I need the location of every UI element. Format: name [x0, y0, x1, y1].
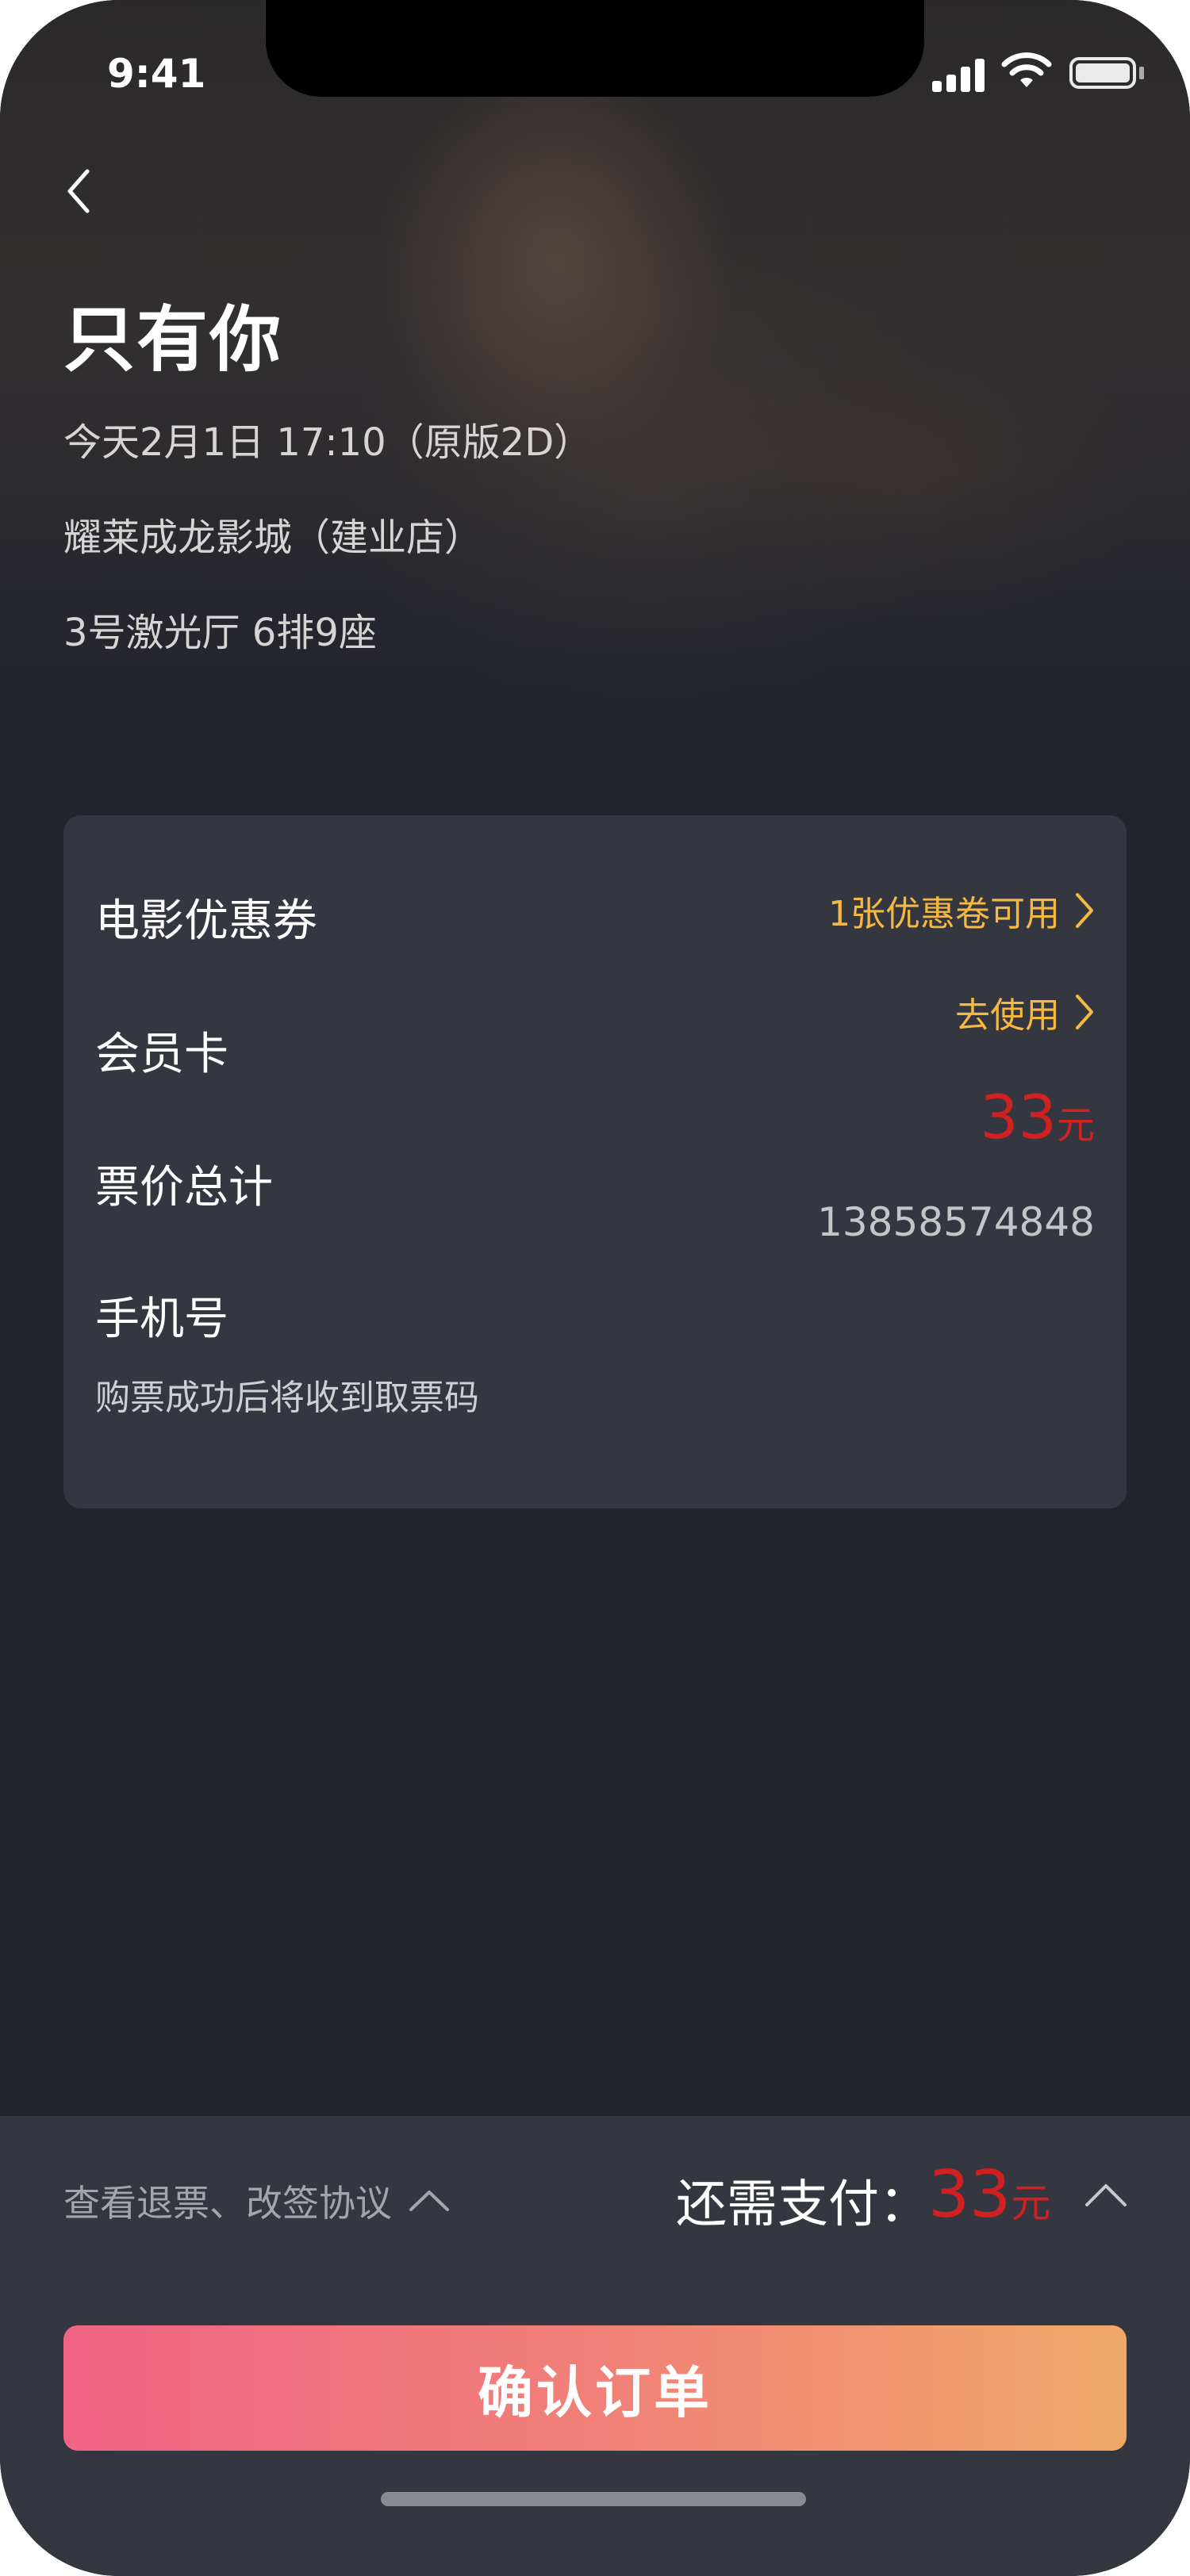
phone-screen: 9:41 只有你 今天2月1日 17:10（原版2D） 耀莱成龙影城（建业店） … — [0, 0, 1190, 2576]
device-notch — [266, 0, 924, 97]
poster-overlay — [0, 0, 1190, 785]
order-details-card: 电影优惠券 1张优惠卷可用 会员卡 去使用 票价总计 33元 138585748… — [63, 815, 1127, 1508]
amount-due-price: 33元 — [928, 2157, 1050, 2233]
refund-policy-text: 查看退票、改签协议 — [63, 2182, 392, 2225]
phone-label: 手机号 — [95, 1294, 228, 1345]
ticket-total-price: 33元 — [980, 1082, 1095, 1152]
back-arrow-icon[interactable] — [59, 163, 98, 219]
coupon-available-text: 1张优惠卷可用 — [828, 894, 1060, 934]
cellular-signal-icon — [932, 57, 988, 92]
coupon-label: 电影优惠券 — [95, 895, 317, 947]
amount-due-value: 33 — [928, 2157, 1012, 2233]
status-time: 9:41 — [107, 51, 206, 97]
chevron-up-icon — [409, 2191, 449, 2211]
chevron-right-icon — [1076, 995, 1093, 1029]
confirm-order-button[interactable]: 确认订单 — [63, 2325, 1127, 2451]
ticket-total-label: 票价总计 — [95, 1162, 273, 1213]
member-card-use-text: 去使用 — [955, 995, 1060, 1036]
movie-title: 只有你 — [63, 298, 282, 381]
phone-number-value[interactable]: 13858574848 — [817, 1199, 1095, 1245]
amount-due-unit: 元 — [1011, 2180, 1051, 2226]
coupon-selector[interactable]: 1张优惠卷可用 — [828, 885, 1095, 936]
amount-due-label: 还需支付： — [676, 2175, 930, 2234]
battery-icon — [1069, 57, 1136, 89]
ticket-total-unit: 元 — [1056, 1103, 1095, 1148]
member-card-label: 会员卡 — [95, 1029, 228, 1080]
chevron-right-icon — [1076, 893, 1093, 928]
cinema-name: 耀莱成龙影城（建业店） — [63, 516, 483, 560]
wifi-icon — [1001, 52, 1052, 87]
battery-tip — [1139, 67, 1144, 79]
ticket-total-amount: 33 — [980, 1082, 1057, 1152]
home-indicator[interactable] — [381, 2492, 806, 2506]
showtime-text: 今天2月1日 17:10（原版2D） — [63, 420, 593, 465]
seat-info: 3号激光厅 6排9座 — [63, 611, 377, 655]
phone-note: 购票成功后将收到取票码 — [95, 1378, 479, 1418]
refund-policy-link[interactable]: 查看退票、改签协议 — [63, 2175, 451, 2227]
member-card-selector[interactable]: 去使用 — [955, 987, 1095, 1037]
expand-price-detail-icon[interactable] — [1084, 2183, 1128, 2208]
